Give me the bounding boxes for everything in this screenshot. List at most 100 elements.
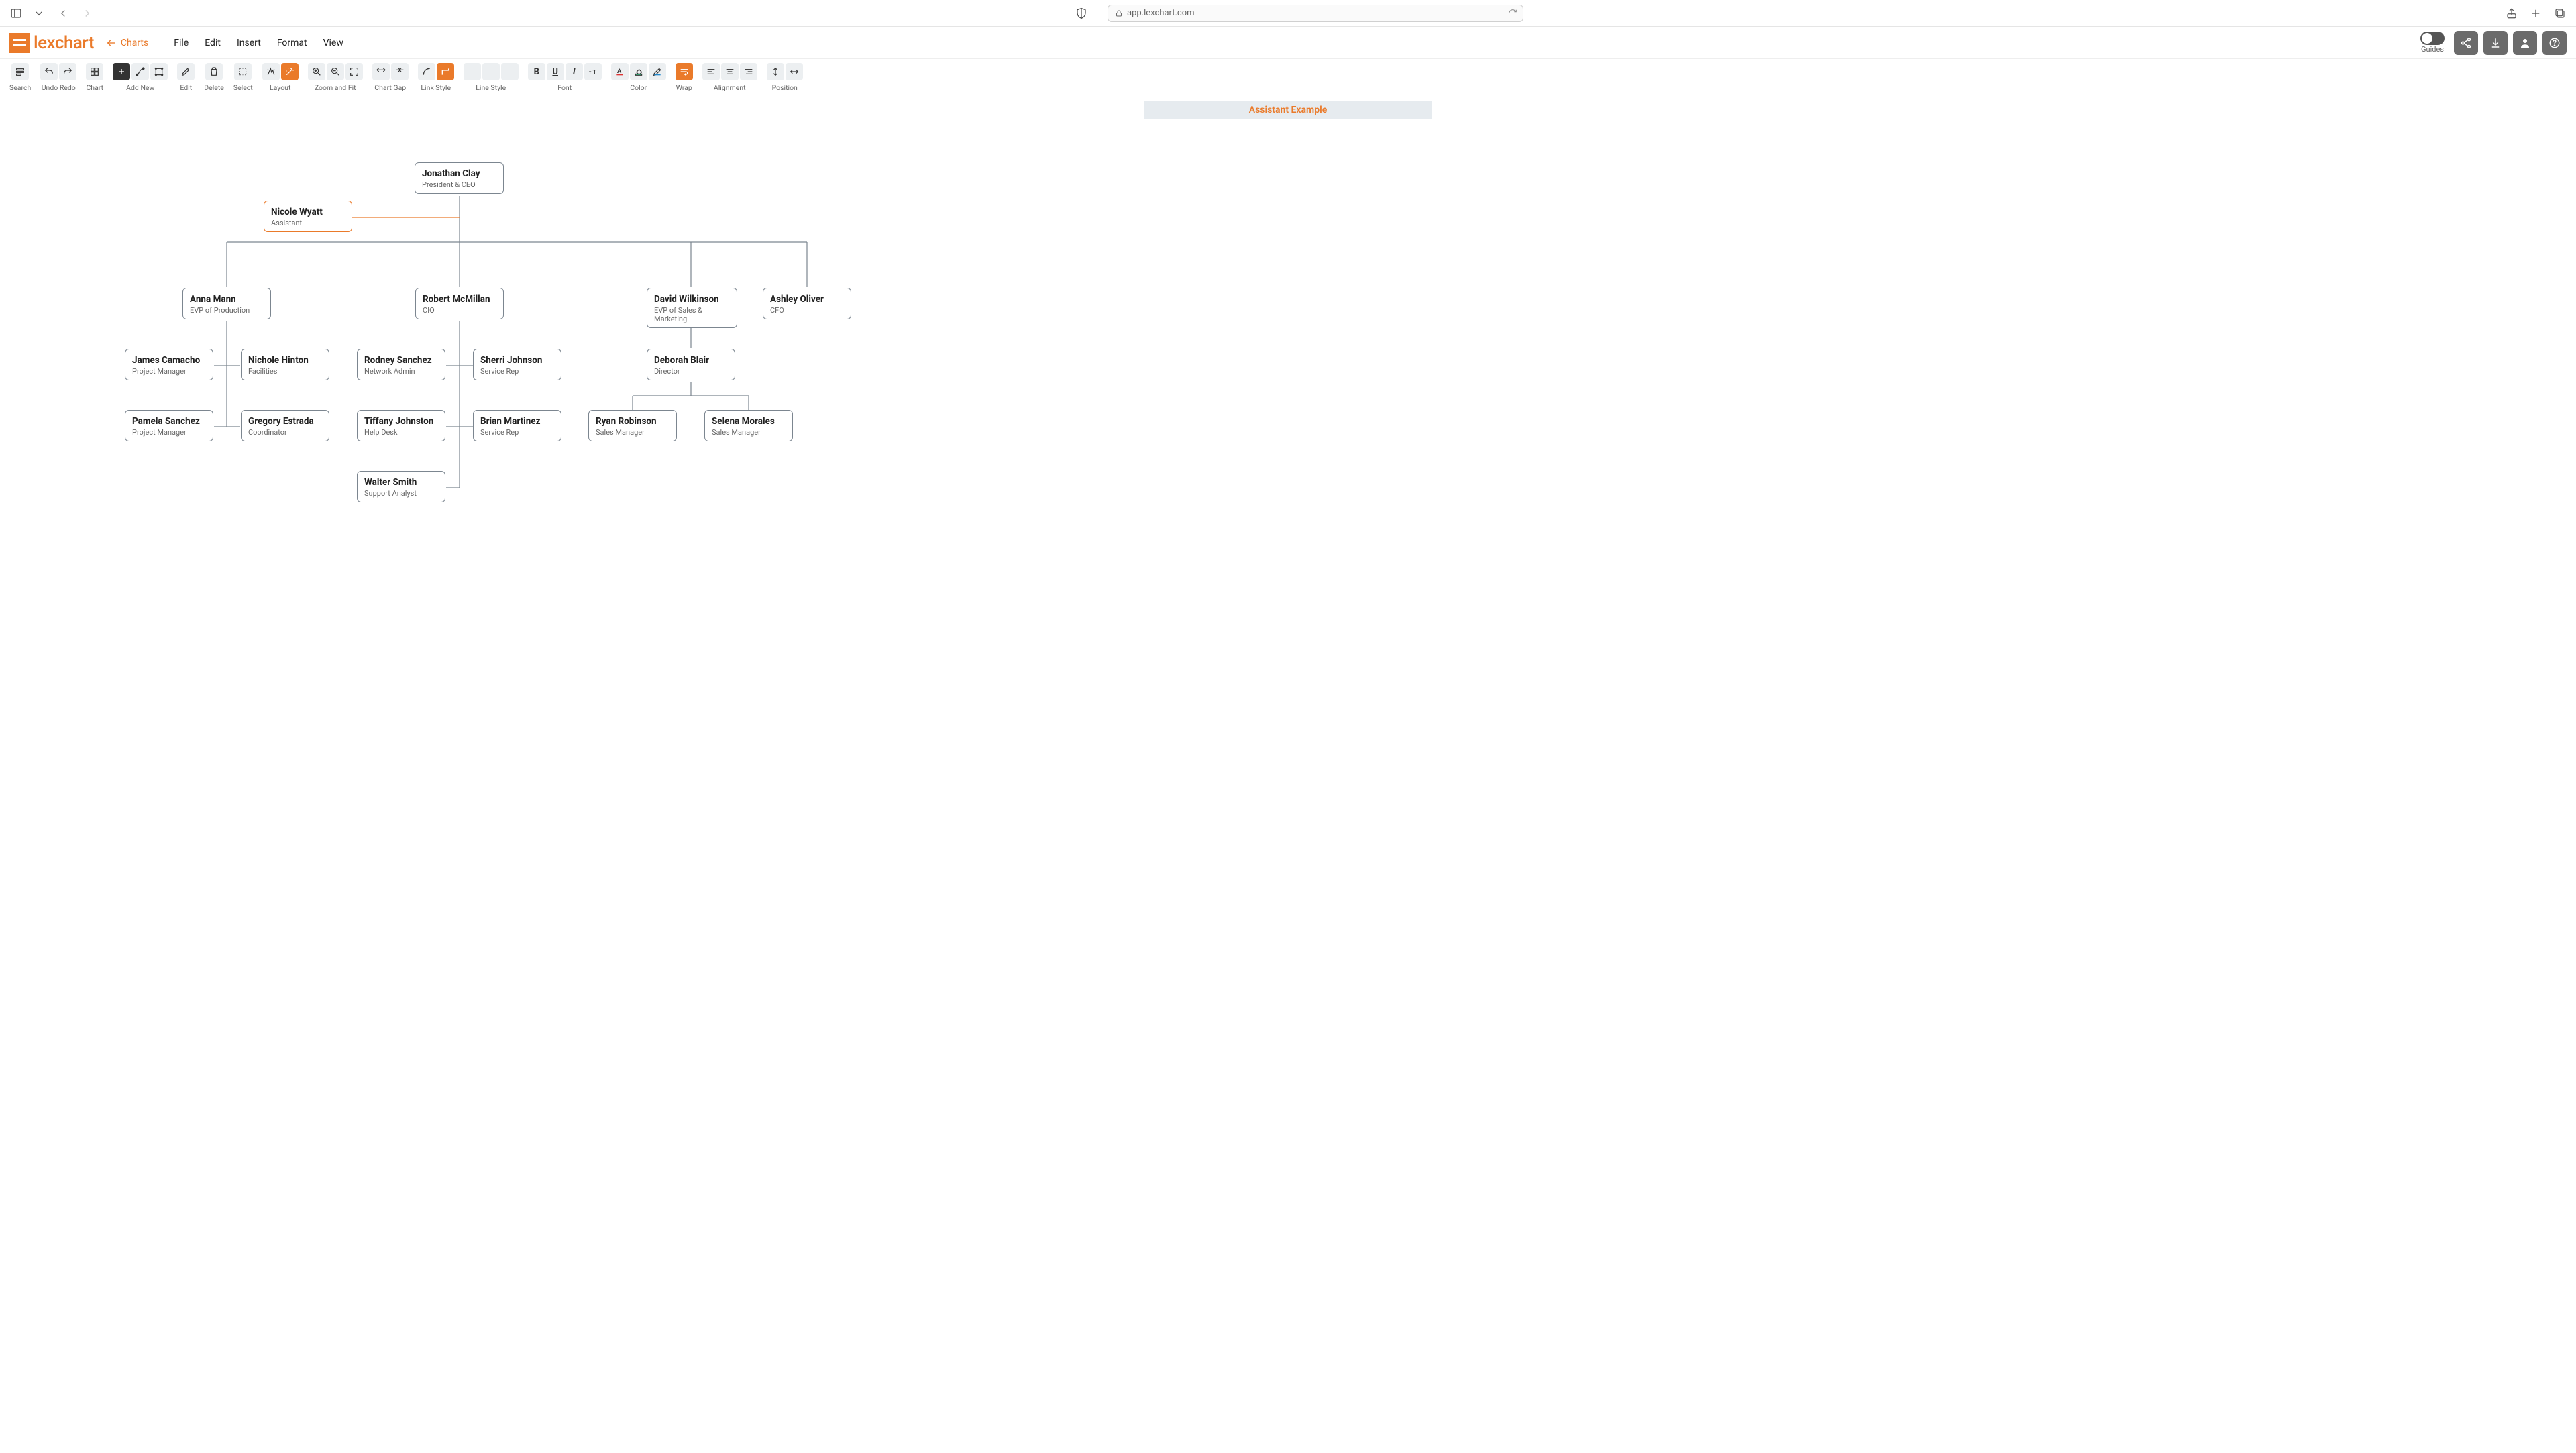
node-pm-sanchez[interactable]: Pamela Sanchez Project Manager [125,410,213,441]
text-color-button[interactable]: A [611,63,629,80]
node-evp-production[interactable]: Anna Mann EVP of Production [182,288,271,319]
charts-back-label: Charts [121,38,148,48]
text-size-button[interactable]: TT [584,63,602,80]
node-name: Tiffany Johnston [364,416,438,427]
align-right-button[interactable] [740,63,757,80]
menu-edit[interactable]: Edit [205,38,221,48]
app-logo[interactable]: lexchart [9,33,94,53]
node-title: Coordinator [248,428,322,437]
select-button[interactable] [234,63,252,80]
node-coordinator[interactable]: Gregory Estrada Coordinator [241,410,329,441]
line-dot-button[interactable] [501,63,519,80]
guides-toggle[interactable]: Guides [2420,32,2445,54]
sidebar-dropdown-icon[interactable] [31,5,47,21]
zoom-fit-button[interactable] [345,63,363,80]
node-title: Director [654,367,728,376]
tool-group-chart: Chart [86,63,103,92]
search-button[interactable] [11,63,29,80]
new-tab-icon[interactable] [2528,5,2544,21]
italic-button[interactable]: I [566,63,583,80]
node-name: Brian Martinez [480,416,554,427]
node-service-rep-2[interactable]: Brian Martinez Service Rep [473,410,561,441]
undo-button[interactable] [40,63,58,80]
share-button[interactable] [2454,31,2478,55]
node-facilities[interactable]: Nichole Hinton Facilities [241,349,329,380]
align-left-button[interactable] [702,63,720,80]
add-link-button[interactable] [131,63,149,80]
node-pm-camacho[interactable]: James Camacho Project Manager [125,349,213,380]
node-cfo[interactable]: Ashley Oliver CFO [763,288,851,319]
link-ortho-button[interactable] [437,63,454,80]
tool-group-color: A Color [611,63,666,92]
node-title: Service Rep [480,367,554,376]
chart-button[interactable] [86,63,103,80]
node-title: Sales Manager [712,428,786,437]
zoom-out-button[interactable] [327,63,344,80]
border-color-button[interactable] [649,63,666,80]
line-solid-button[interactable] [464,63,481,80]
tool-group-zoom: Zoom and Fit [308,63,363,92]
node-title: Project Manager [132,428,206,437]
node-title: President & CEO [422,180,496,189]
gap-contract-button[interactable] [391,63,409,80]
canvas-area[interactable]: Assistant Example [0,95,2576,1453]
bold-button[interactable]: B [528,63,545,80]
menu-insert[interactable]: Insert [237,38,261,48]
back-button[interactable] [55,5,71,21]
add-box-button[interactable] [113,63,130,80]
privacy-shield-icon[interactable] [1075,7,1087,19]
line-dash-button[interactable] [482,63,500,80]
node-name: Gregory Estrada [248,416,322,427]
svg-text:T: T [589,71,592,75]
link-curved-button[interactable] [418,63,435,80]
charts-back-button[interactable]: Charts [106,38,148,48]
menu-view[interactable]: View [323,38,343,48]
gap-expand-button[interactable] [372,63,390,80]
node-title: EVP of Sales & Marketing [654,306,730,323]
node-help-desk[interactable]: Tiffany Johnston Help Desk [357,410,445,441]
zoom-in-button[interactable] [308,63,325,80]
node-evp-sales[interactable]: David Wilkinson EVP of Sales & Marketing [647,288,737,328]
share-icon[interactable] [2504,5,2520,21]
tool-group-wrap: Wrap [676,63,693,92]
node-sales-manager-1[interactable]: Ryan Robinson Sales Manager [588,410,677,441]
tool-group-delete: Delete [204,63,224,92]
edit-button[interactable] [177,63,195,80]
node-title: Project Manager [132,367,206,376]
download-button[interactable] [2483,31,2508,55]
add-shape-button[interactable] [150,63,168,80]
tool-group-layout: Layout [262,63,299,92]
position-h-button[interactable] [786,63,803,80]
layout-auto-button[interactable] [262,63,280,80]
delete-button[interactable] [205,63,223,80]
add-new-label: Add New [126,83,154,92]
node-ceo[interactable]: Jonathan Clay President & CEO [415,162,504,194]
wrap-button[interactable] [676,63,693,80]
node-assistant[interactable]: Nicole Wyatt Assistant [264,201,352,232]
node-name: David Wilkinson [654,294,730,305]
node-sales-manager-2[interactable]: Selena Morales Sales Manager [704,410,793,441]
alignment-label: Alignment [714,83,746,92]
underline-button[interactable]: U [547,63,564,80]
node-support-analyst[interactable]: Walter Smith Support Analyst [357,471,445,502]
help-button[interactable] [2542,31,2567,55]
sidebar-toggle-icon[interactable] [8,5,24,21]
menu-format[interactable]: Format [277,38,307,48]
tool-group-chart-gap: Chart Gap [372,63,409,92]
refresh-icon[interactable] [1508,9,1517,18]
node-name: Robert McMillan [423,294,496,305]
node-service-rep-1[interactable]: Sherri Johnson Service Rep [473,349,561,380]
node-network-admin[interactable]: Rodney Sanchez Network Admin [357,349,445,380]
menu-file[interactable]: File [174,38,189,48]
node-director[interactable]: Deborah Blair Director [647,349,735,380]
account-button[interactable] [2513,31,2537,55]
align-center-button[interactable] [721,63,739,80]
fill-color-button[interactable] [630,63,647,80]
position-v-button[interactable] [767,63,784,80]
node-cio[interactable]: Robert McMillan CIO [415,288,504,319]
redo-button[interactable] [59,63,76,80]
layout-magic-button[interactable] [281,63,299,80]
tabs-overview-icon[interactable] [2552,5,2568,21]
forward-button[interactable] [79,5,95,21]
url-bar[interactable]: app.lexchart.com [1108,5,1523,22]
